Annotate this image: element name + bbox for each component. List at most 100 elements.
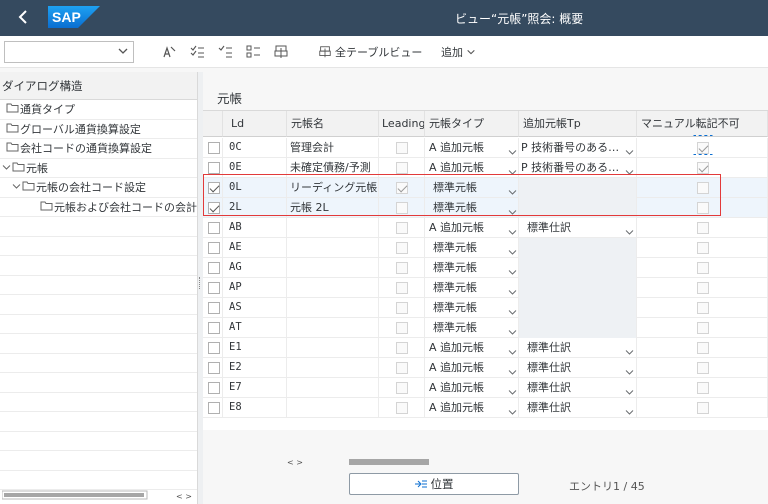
row-select-checkbox[interactable] <box>208 362 220 374</box>
chevron-down-icon[interactable] <box>508 284 517 295</box>
column-header-ledger-type[interactable]: 元帳タイプ <box>425 111 519 137</box>
additional-ledger-type-cell[interactable] <box>519 278 637 298</box>
row-select-checkbox[interactable] <box>208 222 220 234</box>
table-row[interactable]: AT 標準元帳 <box>203 318 768 338</box>
ledger-type-cell[interactable]: 標準元帳 <box>425 298 519 318</box>
expander-icon[interactable] <box>2 159 11 178</box>
tree-item[interactable]: 元帳および会社コードの会計原 <box>0 198 197 217</box>
row-select-checkbox[interactable] <box>208 162 220 174</box>
chevron-down-icon[interactable] <box>625 364 634 375</box>
ledger-type-cell[interactable]: 標準元帳 <box>425 278 519 298</box>
full-table-view-button[interactable]: 全テーブルビュー <box>318 44 422 60</box>
column-header-additional-ledger-type[interactable]: 追加元帳Tp <box>519 111 637 137</box>
row-selector[interactable] <box>203 138 223 158</box>
position-button[interactable]: 位置 <box>349 473 519 495</box>
command-select[interactable] <box>4 41 134 63</box>
table-row[interactable]: E2 A 追加元帳 標準仕訳 <box>203 358 768 378</box>
ledger-type-cell[interactable]: A 追加元帳 <box>425 338 519 358</box>
tree-item[interactable]: 元帳 <box>0 159 197 178</box>
additional-ledger-type-cell[interactable]: P 技術番号のある… <box>519 138 637 158</box>
table-row[interactable]: AP 標準元帳 <box>203 278 768 298</box>
display-change-icon[interactable] <box>160 43 178 61</box>
row-select-checkbox[interactable] <box>208 402 220 414</box>
additional-ledger-type-cell[interactable]: 標準仕訳 <box>519 398 637 418</box>
row-select-checkbox[interactable] <box>208 322 220 334</box>
row-selector[interactable] <box>203 238 223 258</box>
row-select-checkbox[interactable] <box>208 302 220 314</box>
additional-ledger-type-cell[interactable] <box>519 198 637 218</box>
ledger-type-cell[interactable]: 標準元帳 <box>425 318 519 338</box>
table-row[interactable]: AB A 追加元帳 標準仕訳 <box>203 218 768 238</box>
tree-item[interactable]: 会社コードの通貨換算設定 <box>0 139 197 159</box>
column-header-name[interactable]: 元帳名 <box>287 111 379 137</box>
row-select-checkbox[interactable] <box>208 282 220 294</box>
table-row[interactable]: E1 A 追加元帳 標準仕訳 <box>203 338 768 358</box>
chevron-down-icon[interactable] <box>625 344 634 355</box>
chevron-down-icon[interactable] <box>625 404 634 415</box>
chevron-down-icon[interactable] <box>508 204 517 215</box>
ledger-type-cell[interactable]: A 追加元帳 <box>425 138 519 158</box>
chevron-down-icon[interactable] <box>508 164 517 175</box>
chevron-down-icon[interactable] <box>508 184 517 195</box>
row-select-checkbox[interactable] <box>208 382 220 394</box>
chevron-down-icon[interactable] <box>508 144 517 155</box>
chevron-down-icon[interactable] <box>625 224 634 235</box>
deselect-all-icon[interactable] <box>244 43 262 61</box>
row-select-checkbox[interactable] <box>208 182 220 194</box>
table-row[interactable]: 0C 管理会計 A 追加元帳 P 技術番号のある… <box>203 138 768 158</box>
additional-ledger-type-cell[interactable]: 標準仕訳 <box>519 358 637 378</box>
table-row[interactable]: AE 標準元帳 <box>203 238 768 258</box>
ledger-type-cell[interactable]: A 追加元帳 <box>425 398 519 418</box>
chevron-down-icon[interactable] <box>625 144 634 155</box>
additional-ledger-type-cell[interactable] <box>519 318 637 338</box>
row-select-checkbox[interactable] <box>208 242 220 254</box>
chevron-down-icon[interactable] <box>508 324 517 335</box>
ledger-type-cell[interactable]: A 追加元帳 <box>425 158 519 178</box>
chevron-down-icon[interactable] <box>508 224 517 235</box>
tree-item[interactable]: 元帳の会社コード設定 <box>0 178 197 198</box>
additional-ledger-type-cell[interactable] <box>519 178 637 198</box>
chevron-down-icon[interactable] <box>508 404 517 415</box>
row-selector[interactable] <box>203 198 223 218</box>
additional-ledger-type-cell[interactable] <box>519 258 637 278</box>
ledger-type-cell[interactable]: 標準元帳 <box>425 258 519 278</box>
chevron-down-icon[interactable] <box>625 164 634 175</box>
additional-ledger-type-cell[interactable]: 標準仕訳 <box>519 218 637 238</box>
add-button[interactable]: 追加 <box>441 44 476 60</box>
additional-ledger-type-cell[interactable]: 標準仕訳 <box>519 378 637 398</box>
table-row[interactable]: AS 標準元帳 <box>203 298 768 318</box>
ledger-type-cell[interactable]: A 追加元帳 <box>425 378 519 398</box>
table-row[interactable]: E8 A 追加元帳 標準仕訳 <box>203 398 768 418</box>
row-selector[interactable] <box>203 398 223 418</box>
chevron-down-icon[interactable] <box>508 304 517 315</box>
table-row[interactable]: 0E 未確定債務/予測 A 追加元帳 P 技術番号のある… <box>203 158 768 178</box>
row-selector[interactable] <box>203 278 223 298</box>
ledger-type-cell[interactable]: 標準元帳 <box>425 178 519 198</box>
ledger-type-cell[interactable]: 標準元帳 <box>425 238 519 258</box>
row-select-checkbox[interactable] <box>208 142 220 154</box>
chevron-down-icon[interactable] <box>508 244 517 255</box>
column-header-leading[interactable]: Leading <box>379 111 425 137</box>
chevron-down-icon[interactable] <box>508 384 517 395</box>
column-header-ld[interactable]: Ld <box>223 111 287 137</box>
row-selector[interactable] <box>203 298 223 318</box>
ledger-type-cell[interactable]: A 追加元帳 <box>425 358 519 378</box>
additional-ledger-type-cell[interactable] <box>519 238 637 258</box>
table-horizontal-scrollbar[interactable]: < > <box>287 458 767 466</box>
additional-ledger-type-cell[interactable] <box>519 298 637 318</box>
expander-icon[interactable] <box>12 178 21 197</box>
back-button[interactable] <box>12 6 34 28</box>
row-selector[interactable] <box>203 358 223 378</box>
table-row[interactable]: E7 A 追加元帳 標準仕訳 <box>203 378 768 398</box>
table-row[interactable]: AG 標準元帳 <box>203 258 768 278</box>
additional-ledger-type-cell[interactable]: P 技術番号のある… <box>519 158 637 178</box>
row-selector[interactable] <box>203 218 223 238</box>
row-selector[interactable] <box>203 378 223 398</box>
row-selector[interactable] <box>203 258 223 278</box>
chevron-down-icon[interactable] <box>508 364 517 375</box>
ledger-type-cell[interactable]: A 追加元帳 <box>425 218 519 238</box>
select-block-icon[interactable] <box>216 43 234 61</box>
tree-item[interactable]: グローバル通貨換算設定 <box>0 120 197 139</box>
select-all-icon[interactable] <box>188 43 206 61</box>
row-selector[interactable] <box>203 318 223 338</box>
